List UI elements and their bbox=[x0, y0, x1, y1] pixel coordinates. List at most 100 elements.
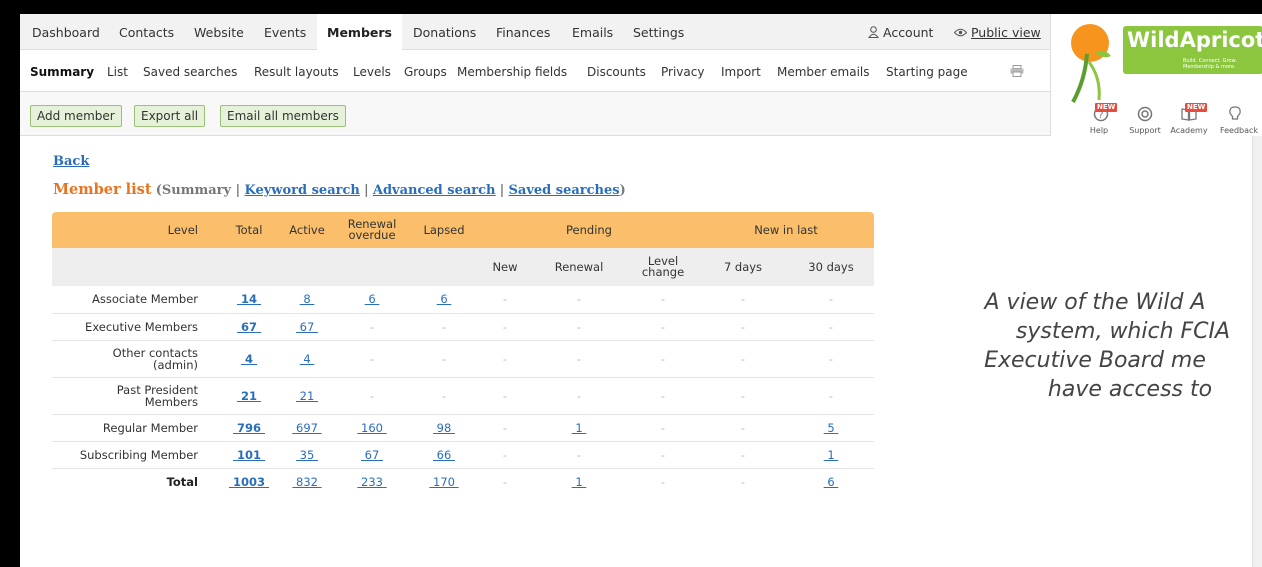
count-link[interactable]: 832 bbox=[292, 475, 321, 489]
caption-line: Executive Board me bbox=[984, 348, 1206, 373]
subnav-starting-page[interactable]: Starting page bbox=[886, 50, 968, 92]
nav-members[interactable]: Members bbox=[317, 14, 402, 51]
count-link[interactable]: 101 bbox=[233, 448, 265, 462]
cell-total: 4 bbox=[220, 340, 278, 378]
subheader-empty bbox=[52, 248, 220, 286]
subnav-levels[interactable]: Levels bbox=[353, 50, 391, 92]
subheader-empty bbox=[408, 248, 480, 286]
count-link[interactable]: 67 bbox=[296, 320, 318, 334]
count-link[interactable]: 1 bbox=[824, 448, 839, 462]
count-link[interactable]: 8 bbox=[300, 292, 315, 306]
cell-d7: - bbox=[740, 474, 746, 489]
subnav-discounts[interactable]: Discounts bbox=[587, 50, 646, 92]
count-link[interactable]: 67 bbox=[361, 448, 383, 462]
count-link[interactable]: 697 bbox=[292, 421, 321, 435]
nav-donations[interactable]: Donations bbox=[413, 14, 476, 50]
support-button[interactable] bbox=[1123, 106, 1167, 125]
subnav-member-emails[interactable]: Member emails bbox=[777, 50, 870, 92]
count-link[interactable]: 170 bbox=[429, 475, 458, 489]
subnav-import[interactable]: Import bbox=[721, 50, 761, 92]
feedback-button[interactable] bbox=[1213, 106, 1257, 125]
count-link[interactable]: 5 bbox=[824, 421, 839, 435]
public-view-link[interactable]: Public view bbox=[953, 14, 1041, 50]
level-name-cell: Other contacts (admin) bbox=[52, 340, 220, 378]
count-link[interactable]: 160 bbox=[357, 421, 386, 435]
saved-searches-link[interactable]: Saved searches bbox=[509, 183, 620, 198]
eye-icon bbox=[953, 28, 968, 37]
cell-d30: - bbox=[788, 313, 874, 341]
count-link[interactable]: 35 bbox=[296, 448, 318, 462]
count-link[interactable]: 796 bbox=[233, 421, 265, 435]
cell-d30: - bbox=[788, 286, 874, 314]
count-link[interactable]: 1 bbox=[572, 421, 587, 435]
count-link[interactable]: 6 bbox=[437, 292, 452, 306]
cell-new: - bbox=[480, 377, 530, 415]
table-row: Total 1003 832 233 170 - 1 - - 6 bbox=[52, 468, 874, 495]
advanced-search-link[interactable]: Advanced search bbox=[373, 183, 496, 198]
nav-emails[interactable]: Emails bbox=[572, 14, 613, 50]
nav-contacts[interactable]: Contacts bbox=[119, 14, 174, 50]
header-active: Active bbox=[278, 212, 336, 248]
add-member-button[interactable]: Add member bbox=[30, 105, 122, 127]
count-link[interactable]: 4 bbox=[241, 352, 257, 366]
subnav-groups[interactable]: Groups bbox=[404, 50, 447, 92]
level-name-cell: Past President Members bbox=[52, 377, 220, 415]
cell-renewal: - bbox=[530, 313, 628, 341]
print-icon[interactable] bbox=[1010, 65, 1024, 77]
count-link[interactable]: 67 bbox=[237, 320, 261, 334]
cell-lapsed: 6 bbox=[408, 286, 480, 314]
nav-finances[interactable]: Finances bbox=[496, 14, 550, 50]
export-all-button[interactable]: Export all bbox=[134, 105, 206, 127]
cell-renewal: - bbox=[530, 340, 628, 378]
subnav-result-layouts[interactable]: Result layouts bbox=[254, 50, 339, 92]
count-link[interactable]: 21 bbox=[237, 389, 261, 403]
cell-overdue: - bbox=[336, 313, 408, 341]
nav-events[interactable]: Events bbox=[264, 14, 306, 50]
level-name-cell: Associate Member bbox=[52, 286, 220, 314]
caption-line: system, which FCIA bbox=[1015, 319, 1231, 344]
subnav-list[interactable]: List bbox=[107, 50, 128, 92]
count-link[interactable]: 21 bbox=[296, 389, 318, 403]
cell-active: 4 bbox=[278, 340, 336, 378]
cell-active: 8 bbox=[278, 286, 336, 314]
screen-frame-top bbox=[0, 0, 1262, 14]
cell-new: - bbox=[502, 474, 508, 489]
brand-panel: WildApricot Build. Connect. Grow. Member… bbox=[1050, 14, 1262, 136]
nav-website[interactable]: Website bbox=[194, 14, 244, 50]
academy-label: Academy bbox=[1170, 126, 1208, 135]
cell-change: - bbox=[628, 286, 698, 314]
count-link[interactable]: 6 bbox=[824, 475, 839, 489]
count-link[interactable]: 6 bbox=[365, 292, 380, 306]
subnav-summary[interactable]: Summary bbox=[30, 50, 94, 92]
count-link[interactable]: 1 bbox=[572, 475, 587, 489]
count-link[interactable]: 66 bbox=[433, 448, 455, 462]
back-link[interactable]: Back bbox=[53, 154, 89, 169]
count-link[interactable]: 1003 bbox=[229, 475, 269, 489]
cell-lapsed: - bbox=[408, 313, 480, 341]
nav-dashboard[interactable]: Dashboard bbox=[32, 14, 100, 50]
subheader-new: New bbox=[480, 248, 530, 286]
count-link[interactable]: 14 bbox=[237, 292, 261, 306]
cell-total: 1003 bbox=[220, 468, 278, 495]
count-link[interactable]: 98 bbox=[433, 421, 455, 435]
cell-change: - bbox=[628, 441, 698, 469]
member-list-breadcrumb: Member list (Summary | Keyword search | … bbox=[53, 181, 626, 198]
keyword-search-link[interactable]: Keyword search bbox=[244, 183, 359, 198]
nav-settings[interactable]: Settings bbox=[633, 14, 684, 50]
vertical-scrollbar[interactable] bbox=[1252, 136, 1262, 567]
account-link[interactable]: Account bbox=[868, 14, 933, 50]
subheader-empty bbox=[278, 248, 336, 286]
cell-overdue: - bbox=[336, 340, 408, 378]
count-link[interactable]: 4 bbox=[300, 352, 315, 366]
email-all-members-button[interactable]: Email all members bbox=[220, 105, 346, 127]
cell-d30: - bbox=[788, 377, 874, 415]
count-link[interactable]: 233 bbox=[357, 475, 386, 489]
cell-renewal: - bbox=[530, 286, 628, 314]
subnav-membership-fields[interactable]: Membership fields bbox=[457, 50, 567, 92]
cell-new: - bbox=[480, 313, 530, 341]
cell-change: - bbox=[660, 474, 666, 489]
cell-lapsed: 66 bbox=[408, 441, 480, 469]
academy-new-badge: NEW bbox=[1185, 103, 1208, 112]
subnav-privacy[interactable]: Privacy bbox=[661, 50, 704, 92]
subnav-saved-searches[interactable]: Saved searches bbox=[143, 50, 237, 92]
